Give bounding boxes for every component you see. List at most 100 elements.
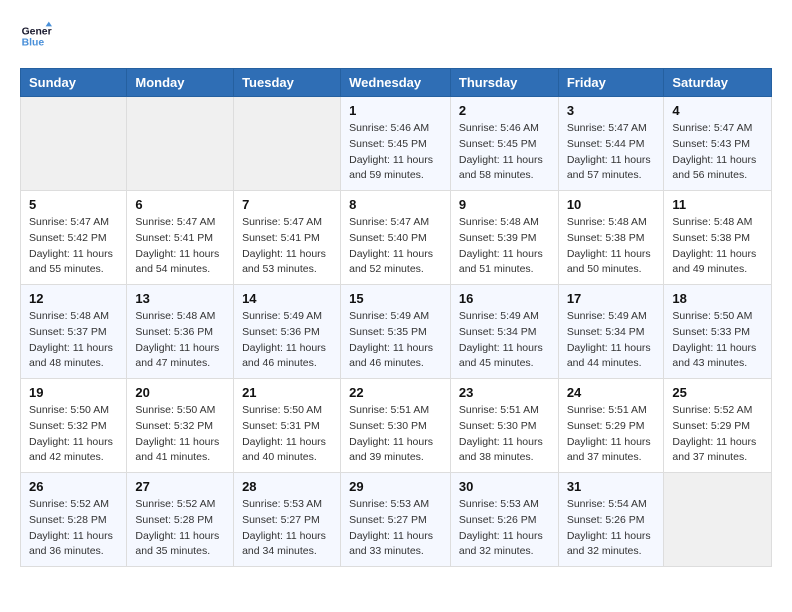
calendar-cell: 24 Sunrise: 5:51 AM Sunset: 5:29 PM Dayli… [558,379,664,473]
day-number: 28 [242,479,332,494]
day-number: 4 [672,103,763,118]
svg-text:General: General [22,26,52,37]
day-number: 26 [29,479,118,494]
calendar-cell: 13 Sunrise: 5:48 AM Sunset: 5:36 PM Dayli… [127,285,234,379]
day-number: 7 [242,197,332,212]
day-info: Sunrise: 5:46 AM Sunset: 5:45 PM Dayligh… [459,121,550,184]
day-number: 27 [135,479,225,494]
calendar-cell [664,473,772,567]
calendar-week-row: 26 Sunrise: 5:52 AM Sunset: 5:28 PM Dayli… [21,473,772,567]
day-number: 20 [135,385,225,400]
calendar-cell: 6 Sunrise: 5:47 AM Sunset: 5:41 PM Daylig… [127,191,234,285]
day-number: 18 [672,291,763,306]
calendar-cell: 18 Sunrise: 5:50 AM Sunset: 5:33 PM Dayli… [664,285,772,379]
weekday-header-monday: Monday [127,69,234,97]
day-number: 30 [459,479,550,494]
calendar-cell: 7 Sunrise: 5:47 AM Sunset: 5:41 PM Daylig… [234,191,341,285]
weekday-header-friday: Friday [558,69,664,97]
day-info: Sunrise: 5:47 AM Sunset: 5:43 PM Dayligh… [672,121,763,184]
day-info: Sunrise: 5:48 AM Sunset: 5:39 PM Dayligh… [459,215,550,278]
logo: General Blue [20,20,58,52]
day-number: 22 [349,385,442,400]
day-number: 8 [349,197,442,212]
day-info: Sunrise: 5:50 AM Sunset: 5:31 PM Dayligh… [242,403,332,466]
calendar-cell: 8 Sunrise: 5:47 AM Sunset: 5:40 PM Daylig… [341,191,451,285]
day-info: Sunrise: 5:50 AM Sunset: 5:33 PM Dayligh… [672,309,763,372]
day-number: 17 [567,291,656,306]
day-info: Sunrise: 5:53 AM Sunset: 5:26 PM Dayligh… [459,497,550,560]
day-number: 5 [29,197,118,212]
calendar-cell [127,97,234,191]
day-info: Sunrise: 5:49 AM Sunset: 5:36 PM Dayligh… [242,309,332,372]
calendar-table: SundayMondayTuesdayWednesdayThursdayFrid… [20,68,772,567]
day-info: Sunrise: 5:51 AM Sunset: 5:30 PM Dayligh… [459,403,550,466]
weekday-header-wednesday: Wednesday [341,69,451,97]
calendar-cell: 2Sunrise: 5:46 AM Sunset: 5:45 PM Daylig… [450,97,558,191]
day-number: 25 [672,385,763,400]
day-number: 13 [135,291,225,306]
calendar-cell: 28 Sunrise: 5:53 AM Sunset: 5:27 PM Dayli… [234,473,341,567]
weekday-header-saturday: Saturday [664,69,772,97]
day-info: Sunrise: 5:47 AM Sunset: 5:40 PM Dayligh… [349,215,442,278]
day-info: Sunrise: 5:54 AM Sunset: 5:26 PM Dayligh… [567,497,656,560]
day-number: 21 [242,385,332,400]
day-number: 29 [349,479,442,494]
page-header: General Blue [20,20,772,52]
calendar-cell: 26 Sunrise: 5:52 AM Sunset: 5:28 PM Dayli… [21,473,127,567]
day-info: Sunrise: 5:52 AM Sunset: 5:28 PM Dayligh… [135,497,225,560]
calendar-cell: 19 Sunrise: 5:50 AM Sunset: 5:32 PM Dayli… [21,379,127,473]
day-info: Sunrise: 5:47 AM Sunset: 5:44 PM Dayligh… [567,121,656,184]
svg-text:Blue: Blue [22,38,45,49]
day-number: 15 [349,291,442,306]
day-info: Sunrise: 5:51 AM Sunset: 5:29 PM Dayligh… [567,403,656,466]
day-info: Sunrise: 5:48 AM Sunset: 5:38 PM Dayligh… [567,215,656,278]
calendar-cell [234,97,341,191]
day-info: Sunrise: 5:47 AM Sunset: 5:42 PM Dayligh… [29,215,118,278]
day-info: Sunrise: 5:48 AM Sunset: 5:36 PM Dayligh… [135,309,225,372]
calendar-cell: 31 Sunrise: 5:54 AM Sunset: 5:26 PM Dayli… [558,473,664,567]
calendar-cell: 3Sunrise: 5:47 AM Sunset: 5:44 PM Daylig… [558,97,664,191]
calendar-cell: 11 Sunrise: 5:48 AM Sunset: 5:38 PM Dayli… [664,191,772,285]
calendar-cell: 27 Sunrise: 5:52 AM Sunset: 5:28 PM Dayli… [127,473,234,567]
calendar-cell: 1 Sunrise: 5:46 AM Sunset: 5:45 PM Daylig… [341,97,451,191]
day-info: Sunrise: 5:49 AM Sunset: 5:34 PM Dayligh… [459,309,550,372]
weekday-header-row: SundayMondayTuesdayWednesdayThursdayFrid… [21,69,772,97]
calendar-cell: 23 Sunrise: 5:51 AM Sunset: 5:30 PM Dayli… [450,379,558,473]
day-number: 23 [459,385,550,400]
day-number: 1 [349,103,442,118]
day-info: Sunrise: 5:47 AM Sunset: 5:41 PM Dayligh… [242,215,332,278]
calendar-cell: 9Sunrise: 5:48 AM Sunset: 5:39 PM Daylig… [450,191,558,285]
weekday-header-thursday: Thursday [450,69,558,97]
day-info: Sunrise: 5:48 AM Sunset: 5:37 PM Dayligh… [29,309,118,372]
calendar-week-row: 1 Sunrise: 5:46 AM Sunset: 5:45 PM Daylig… [21,97,772,191]
weekday-header-sunday: Sunday [21,69,127,97]
day-number: 12 [29,291,118,306]
day-info: Sunrise: 5:47 AM Sunset: 5:41 PM Dayligh… [135,215,225,278]
calendar-cell: 12 Sunrise: 5:48 AM Sunset: 5:37 PM Dayli… [21,285,127,379]
day-number: 6 [135,197,225,212]
day-info: Sunrise: 5:50 AM Sunset: 5:32 PM Dayligh… [29,403,118,466]
calendar-cell: 16 Sunrise: 5:49 AM Sunset: 5:34 PM Dayli… [450,285,558,379]
day-info: Sunrise: 5:49 AM Sunset: 5:35 PM Dayligh… [349,309,442,372]
calendar-cell: 22 Sunrise: 5:51 AM Sunset: 5:30 PM Dayli… [341,379,451,473]
day-number: 19 [29,385,118,400]
calendar-cell: 21 Sunrise: 5:50 AM Sunset: 5:31 PM Dayli… [234,379,341,473]
day-info: Sunrise: 5:50 AM Sunset: 5:32 PM Dayligh… [135,403,225,466]
calendar-cell: 29Sunrise: 5:53 AM Sunset: 5:27 PM Dayli… [341,473,451,567]
day-info: Sunrise: 5:46 AM Sunset: 5:45 PM Dayligh… [349,121,442,184]
day-info: Sunrise: 5:53 AM Sunset: 5:27 PM Dayligh… [242,497,332,560]
day-info: Sunrise: 5:52 AM Sunset: 5:28 PM Dayligh… [29,497,118,560]
calendar-cell: 10Sunrise: 5:48 AM Sunset: 5:38 PM Dayli… [558,191,664,285]
day-number: 14 [242,291,332,306]
day-number: 11 [672,197,763,212]
day-info: Sunrise: 5:48 AM Sunset: 5:38 PM Dayligh… [672,215,763,278]
day-info: Sunrise: 5:51 AM Sunset: 5:30 PM Dayligh… [349,403,442,466]
day-number: 24 [567,385,656,400]
day-info: Sunrise: 5:49 AM Sunset: 5:34 PM Dayligh… [567,309,656,372]
day-info: Sunrise: 5:52 AM Sunset: 5:29 PM Dayligh… [672,403,763,466]
calendar-cell: 4 Sunrise: 5:47 AM Sunset: 5:43 PM Daylig… [664,97,772,191]
calendar-cell: 30 Sunrise: 5:53 AM Sunset: 5:26 PM Dayli… [450,473,558,567]
calendar-cell: 25 Sunrise: 5:52 AM Sunset: 5:29 PM Dayli… [664,379,772,473]
day-number: 16 [459,291,550,306]
day-number: 31 [567,479,656,494]
